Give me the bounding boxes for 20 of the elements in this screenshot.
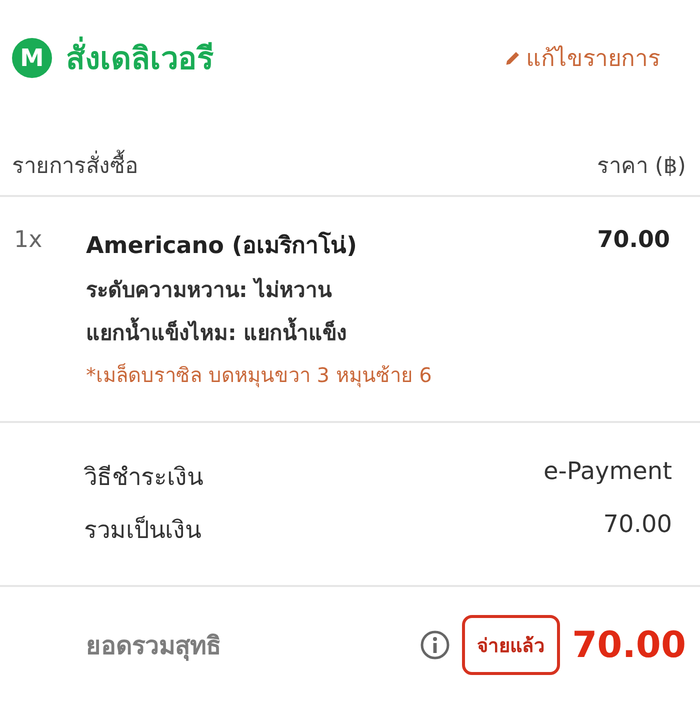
item-price: 70.00 — [597, 227, 670, 255]
column-header: รายการสั่งซื้อ — [12, 148, 138, 183]
pencil-icon — [504, 49, 522, 67]
summary-value: 70.00 — [603, 510, 672, 540]
column-header: ราคา (฿) — [596, 153, 686, 181]
info-icon[interactable] — [420, 630, 450, 660]
item-option: แยกน้ำแข็งไหม: แยกน้ำแข็ง — [86, 316, 598, 349]
item-note: *เมล็ดบราซิล บดหมุนขวา 3 หมุนซ้าย 6 — [86, 362, 433, 390]
edit-order-link[interactable]: แก้ไขรายการ — [504, 40, 660, 76]
item-option: ระดับความหวาน: ไม่หวาน — [86, 273, 598, 306]
item-quantity: 1x — [14, 227, 44, 255]
total-label: ยอดรวมสุทธิ — [86, 630, 221, 663]
summary-label: วิธีชำระเงิน — [84, 462, 203, 493]
summary-label: รวมเป็นเงิน — [84, 514, 201, 546]
paid-status-badge: จ่ายแล้ว — [462, 615, 560, 675]
summary-value: e-Payment — [544, 457, 672, 487]
page-title: สั่งเดลิเวอรี — [66, 33, 214, 83]
item-name: Americano (อเมริกาโน่) — [86, 230, 358, 261]
total-amount: 70.00 — [572, 624, 686, 666]
logo: M — [12, 38, 52, 78]
